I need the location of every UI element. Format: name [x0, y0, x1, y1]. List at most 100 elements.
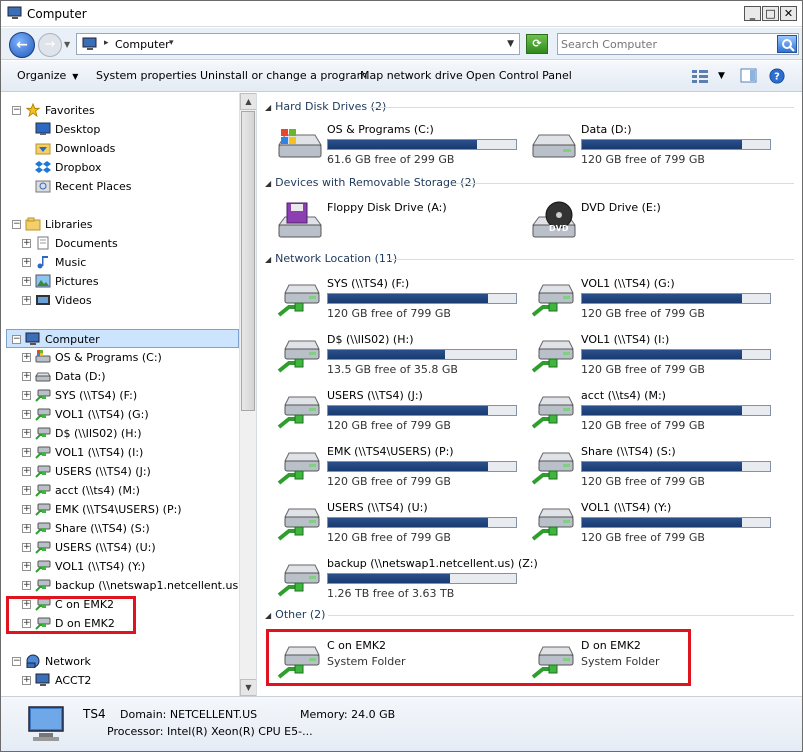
group-header-other[interactable]: ◢ Other (2) — [265, 608, 325, 622]
tree-drive-item[interactable]: + SYS (\\TS4) (F:) — [9, 386, 237, 405]
network-drive-tile[interactable]: VOL1 (\\TS4) (G:) 120 GB free of 799 GB — [529, 277, 779, 327]
network-drive-tile[interactable]: VOL1 (\\TS4) (I:) 120 GB free of 799 GB — [529, 333, 779, 383]
expand-icon[interactable]: + — [22, 676, 31, 685]
help-icon[interactable]: ? — [768, 68, 786, 84]
breadcrumb-dropdown-icon[interactable]: ▾ — [169, 38, 174, 48]
system-properties-button[interactable]: System properties — [96, 69, 197, 82]
tree-acct2[interactable]: + ACCT2 — [9, 671, 237, 690]
tree-libraries[interactable]: − Libraries — [9, 215, 237, 234]
hard-drive-tile[interactable]: Data (D:) 120 GB free of 799 GB — [529, 123, 779, 173]
network-drive-icon — [277, 340, 320, 373]
map-network-drive-button[interactable]: Map network drive — [360, 69, 463, 82]
organize-button[interactable]: Organize ▼ — [17, 69, 78, 82]
network-drive-tile[interactable]: acct (\\ts4) (M:) 120 GB free of 799 GB — [529, 389, 779, 439]
tree-videos[interactable]: + Videos — [9, 291, 237, 310]
network-drive-tile[interactable]: Share (\\TS4) (S:) 120 GB free of 799 GB — [529, 445, 779, 495]
tree-dropbox[interactable]: Dropbox — [9, 158, 237, 177]
expand-icon[interactable]: + — [22, 505, 31, 514]
collapse-group-icon[interactable]: ◢ — [265, 179, 271, 188]
network-drive-tile[interactable]: USERS (\\TS4) (J:) 120 GB free of 799 GB — [275, 389, 525, 439]
forward-button[interactable]: → — [38, 33, 62, 57]
search-button[interactable] — [777, 35, 797, 53]
expand-icon[interactable]: + — [22, 277, 31, 286]
expand-icon[interactable]: + — [22, 543, 31, 552]
tree-drive-item[interactable]: + VOL1 (\\TS4) (G:) — [9, 405, 237, 424]
expand-icon[interactable]: + — [22, 372, 31, 381]
tree-drive-item[interactable]: + EMK (\\TS4\USERS) (P:) — [9, 500, 237, 519]
tree-drive-item[interactable]: + Data (D:) — [9, 367, 237, 386]
tree-drive-item[interactable]: + VOL1 (\\TS4) (I:) — [9, 443, 237, 462]
view-options-dropdown-icon[interactable]: ▼ — [718, 71, 725, 81]
back-button[interactable]: ← — [9, 32, 35, 58]
tree-desktop[interactable]: Desktop — [9, 120, 237, 139]
collapse-group-icon[interactable]: ◢ — [265, 103, 271, 112]
expand-icon[interactable]: + — [22, 296, 31, 305]
expand-icon[interactable]: + — [22, 410, 31, 419]
close-button[interactable]: ✕ — [780, 6, 797, 21]
tree-pictures[interactable]: + Pictures — [9, 272, 237, 291]
tree-drive-item[interactable]: + USERS (\\TS4) (U:) — [9, 538, 237, 557]
breadcrumb-computer[interactable]: Computer — [115, 38, 170, 51]
open-control-panel-button[interactable]: Open Control Panel — [466, 69, 572, 82]
tree-drive-item[interactable]: + acct (\\ts4) (M:) — [9, 481, 237, 500]
scroll-down-icon[interactable]: ▼ — [240, 679, 256, 696]
expand-icon[interactable]: + — [22, 239, 31, 248]
expand-icon[interactable]: + — [22, 524, 31, 533]
expand-icon[interactable]: + — [22, 581, 31, 590]
tree-documents[interactable]: + Documents — [9, 234, 237, 253]
tree-drive-item[interactable]: + backup (\\netswap1.netcellent.us) (Z:) — [9, 576, 256, 595]
uninstall-program-button[interactable]: Uninstall or change a program — [200, 69, 367, 82]
network-drive-tile[interactable]: D$ (\\IIS02) (H:) 13.5 GB free of 35.8 GB — [275, 333, 525, 383]
tree-label: SYS (\\TS4) (F:) — [55, 389, 138, 402]
search-input[interactable] — [561, 36, 773, 52]
collapse-icon[interactable]: − — [12, 106, 21, 115]
history-dropdown-icon[interactable]: ▼ — [64, 40, 70, 49]
tree-favorites[interactable]: − Favorites — [9, 101, 237, 120]
tree-drive-item[interactable]: + USERS (\\TS4) (J:) — [9, 462, 237, 481]
expand-icon[interactable]: + — [22, 486, 31, 495]
preview-pane-icon[interactable] — [740, 68, 758, 84]
expand-icon[interactable]: + — [22, 467, 31, 476]
change-view-icon[interactable] — [691, 68, 709, 84]
network-drive-tile[interactable]: backup (\\netswap1.netcellent.us) (Z:) 1.… — [275, 557, 538, 607]
tree-recent-places[interactable]: Recent Places — [9, 177, 237, 196]
group-header-removable[interactable]: ◢ Devices with Removable Storage (2) — [265, 176, 476, 190]
scrollbar-thumb[interactable] — [241, 111, 255, 411]
hard-drive-tile[interactable]: OS & Programs (C:) 61.6 GB free of 299 GB — [275, 123, 525, 173]
minimize-button[interactable]: _ — [744, 6, 761, 21]
tree-network[interactable]: − Network — [9, 652, 237, 671]
network-drive-tile[interactable]: VOL1 (\\TS4) (Y:) 120 GB free of 799 GB — [529, 501, 779, 551]
tree-drive-item[interactable]: + D$ (\\IIS02) (H:) — [9, 424, 237, 443]
refresh-button[interactable]: ⟳ — [526, 34, 548, 54]
floppy-drive-tile[interactable]: Floppy Disk Drive (A:) — [275, 201, 525, 251]
tree-computer[interactable]: − Computer — [6, 329, 239, 348]
tree-downloads[interactable]: Downloads — [9, 139, 237, 158]
collapse-group-icon[interactable]: ◢ — [265, 255, 271, 264]
nav-scrollbar[interactable]: ▲ ▼ — [239, 93, 256, 696]
breadcrumb[interactable]: ▸ Computer ▾ ▼ — [76, 33, 520, 55]
address-dropdown-icon[interactable]: ▼ — [507, 39, 514, 49]
expand-icon[interactable]: + — [22, 391, 31, 400]
tree-drive-item[interactable]: + Share (\\TS4) (S:) — [9, 519, 237, 538]
scroll-up-icon[interactable]: ▲ — [240, 93, 256, 110]
expand-icon[interactable]: + — [22, 448, 31, 457]
group-header-network[interactable]: ◢ Network Location (11) — [265, 252, 397, 266]
tree-music[interactable]: + Music — [9, 253, 237, 272]
group-header-hdd[interactable]: ◢ Hard Disk Drives (2) — [265, 100, 386, 114]
network-drive-tile[interactable]: SYS (\\TS4) (F:) 120 GB free of 799 GB — [275, 277, 525, 327]
tree-drive-item[interactable]: + VOL1 (\\TS4) (Y:) — [9, 557, 237, 576]
collapse-icon[interactable]: − — [12, 335, 21, 344]
breadcrumb-separator-icon[interactable]: ▸ — [104, 38, 109, 48]
expand-icon[interactable]: + — [22, 258, 31, 267]
expand-icon[interactable]: + — [22, 562, 31, 571]
dvd-drive-tile[interactable]: DVD Drive (E:) DVD — [529, 201, 779, 251]
expand-icon[interactable]: + — [22, 353, 31, 362]
expand-icon[interactable]: + — [22, 429, 31, 438]
tree-drive-item[interactable]: + OS & Programs (C:) — [9, 348, 237, 367]
maximize-button[interactable]: □ — [762, 6, 779, 21]
network-drive-tile[interactable]: EMK (\\TS4\USERS) (P:) 120 GB free of 799… — [275, 445, 525, 495]
collapse-icon[interactable]: − — [12, 220, 21, 229]
collapse-icon[interactable]: − — [12, 657, 21, 666]
network-drive-tile[interactable]: USERS (\\TS4) (U:) 120 GB free of 799 GB — [275, 501, 525, 551]
collapse-group-icon[interactable]: ◢ — [265, 611, 271, 620]
